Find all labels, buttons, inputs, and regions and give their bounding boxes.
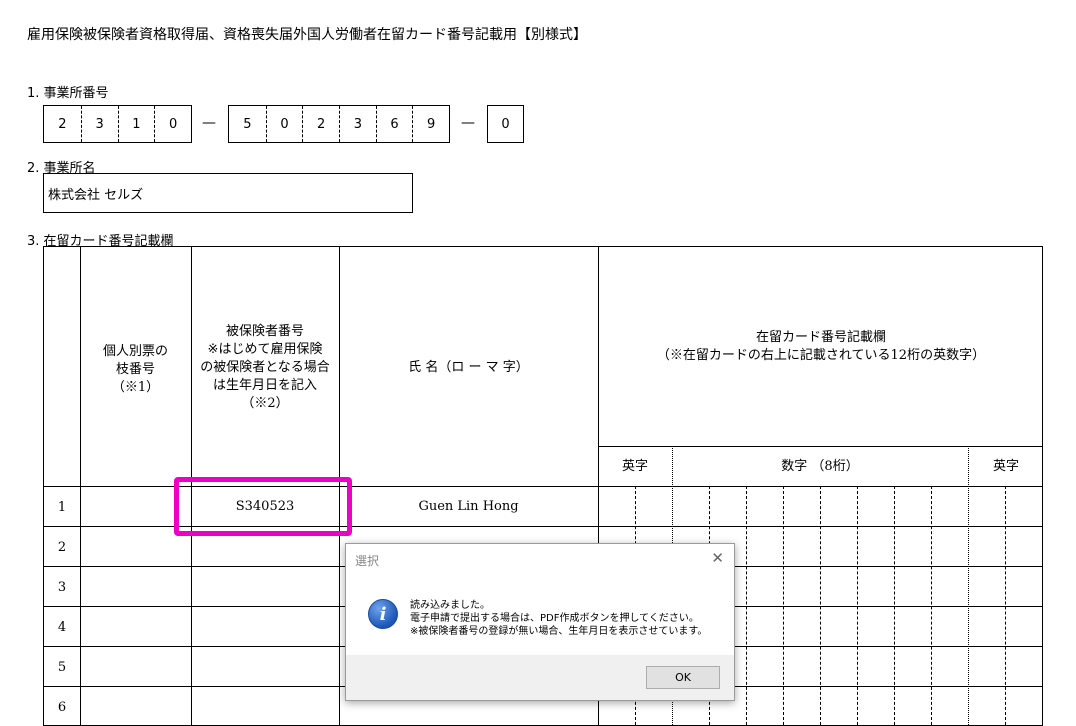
digit-cell: 0 xyxy=(265,106,303,142)
digit-cell: 1 xyxy=(117,106,155,142)
info-dialog: 選択 ✕ i 読み込みました。 電子申請で提出する場合は、PDF作成ボタンを押し… xyxy=(345,543,735,701)
digit-cell: 3 xyxy=(339,106,376,142)
separator: — xyxy=(461,115,475,131)
digit-cell: 0 xyxy=(154,106,191,142)
digit-cell: 2 xyxy=(58,116,67,132)
digits-header: 数字 （8桁） xyxy=(781,459,859,474)
office-number-group-3[interactable]: 0 xyxy=(487,105,524,143)
office-number-group-2[interactable]: 5 0 2 3 6 9 xyxy=(228,105,450,143)
office-name-field[interactable]: 株式会社 セルズ xyxy=(43,173,413,213)
dialog-footer: OK xyxy=(346,655,734,700)
digit-cell: 0 xyxy=(501,116,510,132)
highlight-box xyxy=(174,477,352,536)
digit-cell: 2 xyxy=(302,106,339,142)
close-icon[interactable]: ✕ xyxy=(711,549,724,567)
residence-card-header: 在留カード番号記載欄 （※在留カードの右上に記載されている12桁の英数字） xyxy=(656,330,986,363)
name-header: 氏 名（ロ ー マ 字） xyxy=(408,360,529,375)
row-number: 2 xyxy=(57,540,67,555)
digit-cell: 6 xyxy=(375,106,413,142)
digit-cell: 5 xyxy=(243,116,252,132)
document-title: 雇用保険被保険者資格取得届、資格喪失届外国人労働者在留カード番号記載用【別様式】 xyxy=(27,27,587,43)
row-number: 4 xyxy=(57,620,67,635)
alpha-left-header: 英字 xyxy=(621,459,648,474)
office-number-label: 1. 事業所番号 xyxy=(27,86,109,101)
alpha-right-header: 英字 xyxy=(992,459,1019,474)
row-number: 5 xyxy=(57,660,67,675)
separator: — xyxy=(202,115,216,131)
digit-cell: 9 xyxy=(412,106,449,142)
information-icon: i xyxy=(368,599,398,629)
branch-number-header: 個人別票の 枝番号 （※1） xyxy=(102,344,168,395)
dialog-message: 読み込みました。 電子申請で提出する場合は、PDF作成ボタンを押してください。 … xyxy=(410,600,708,637)
office-number-group-1[interactable]: 2 3 1 0 xyxy=(43,105,192,143)
name-cell[interactable]: Guen Lin Hong xyxy=(339,499,598,514)
row-number: 3 xyxy=(57,580,67,595)
ok-button[interactable]: OK xyxy=(646,666,720,689)
dialog-title: 選択 xyxy=(355,554,380,568)
insured-number-header: 被保険者番号 ※はじめて雇用保険 の被保険者となる場合 は生年月日を記入 （※2… xyxy=(200,324,330,411)
row-number: 1 xyxy=(57,500,67,515)
digit-cell: 3 xyxy=(80,106,118,142)
